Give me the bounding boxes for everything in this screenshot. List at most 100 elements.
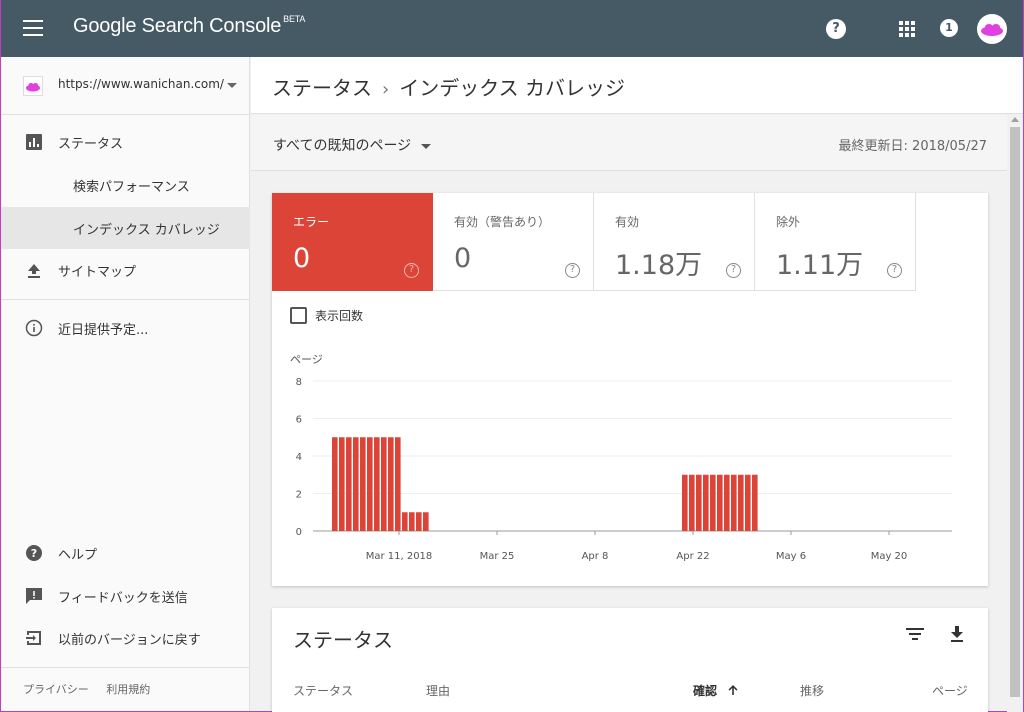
chart-bar (346, 437, 352, 531)
terms-link[interactable]: 利用規約 (106, 683, 150, 696)
x-tick-label: Apr 8 (582, 551, 609, 562)
chart-bar (374, 437, 380, 531)
column-header-reason[interactable]: 理由 (426, 682, 450, 699)
chart-bar (360, 437, 366, 531)
coverage-chart-card: エラー 0 ? 有効（警告あり） 0 ? 有効 1.18万 ? 除外 1.11万… (272, 193, 988, 586)
help-icon[interactable]: ? (565, 263, 580, 278)
sidebar-item-label: インデックス カバレッジ (73, 223, 220, 238)
beta-badge: BETA (283, 14, 306, 24)
metric-label: 除外 (776, 215, 801, 229)
scroll-thumb[interactable] (1010, 127, 1020, 697)
y-axis-label: ページ (290, 353, 323, 366)
impressions-checkbox[interactable]: 表示回数 (290, 305, 363, 324)
sidebar-item-index-coverage[interactable]: インデックス カバレッジ (1, 207, 250, 249)
sidebar-item-label: 近日提供予定... (58, 323, 149, 338)
chart-bar (682, 474, 688, 531)
app-bar: Google Search Console BETA ? 1 (1, 0, 1023, 57)
sidebar-item-label: 以前のバージョンに戻す (58, 633, 201, 648)
page-header: ステータス › インデックス カバレッジ (251, 57, 1023, 114)
help-icon[interactable]: ? (404, 263, 419, 278)
apps-grid-icon[interactable] (899, 21, 915, 37)
breadcrumb-separator: › (382, 79, 390, 100)
menu-icon[interactable] (23, 20, 43, 36)
svg-text:?: ? (31, 547, 37, 560)
product-title[interactable]: Google Search Console BETA (73, 14, 306, 38)
sidebar-item-label: 検索パフォーマンス (73, 180, 190, 195)
sidebar-divider (1, 667, 250, 668)
table-title: ステータス (293, 628, 393, 652)
column-header-trend[interactable]: 推移 (800, 682, 824, 699)
scrollbar[interactable] (1007, 115, 1023, 712)
breadcrumb-current: インデックス カバレッジ (399, 76, 625, 100)
x-tick-label: May 20 (871, 551, 908, 562)
y-tick-label: 0 (296, 527, 302, 538)
sidebar-item-sitemaps[interactable]: サイトマップ (1, 249, 250, 291)
chart-bar (696, 474, 702, 531)
y-tick-label: 2 (296, 490, 302, 501)
caret-down-icon (421, 143, 432, 149)
exit-icon (26, 631, 41, 645)
metric-label: エラー (293, 215, 330, 229)
sidebar-item-help[interactable]: ? ヘルプ (1, 532, 250, 574)
metric-tab-valid[interactable]: 有効 1.18万 ? (594, 193, 755, 291)
x-tick-label: Mar 25 (480, 551, 515, 562)
checkbox-box[interactable] (290, 307, 307, 324)
download-icon[interactable] (949, 625, 965, 643)
breadcrumb-root[interactable]: ステータス (272, 76, 372, 100)
chart-bar (332, 437, 338, 531)
chart-bar (402, 512, 408, 531)
bar-chart-icon (26, 134, 42, 150)
chart-bar (395, 437, 401, 531)
chart-bar (388, 437, 394, 531)
sidebar-item-feedback[interactable]: フィードバックを送信 (1, 575, 250, 617)
help-icon[interactable]: ? (887, 263, 902, 278)
help-icon[interactable]: ? (826, 19, 846, 39)
metric-tab-excluded[interactable]: 除外 1.11万 ? (755, 193, 916, 291)
property-url: https://www.wanichan.com/ (58, 77, 224, 91)
metric-tab-valid-warning[interactable]: 有効（警告あり） 0 ? (433, 193, 594, 291)
last-updated: 最終更新日: 2018/05/27 (838, 139, 987, 154)
chart-bar (717, 474, 723, 531)
sidebar-item-status[interactable]: ステータス (1, 121, 250, 163)
sidebar-footer: プライバシー 利用規約 (23, 681, 164, 697)
chart-bar (752, 474, 758, 531)
account-avatar[interactable] (977, 14, 1007, 44)
chart-bar (731, 474, 737, 531)
privacy-link[interactable]: プライバシー (23, 683, 89, 696)
scroll-up-arrow-icon[interactable] (1011, 117, 1019, 122)
column-header-status[interactable]: ステータス (293, 682, 353, 699)
x-tick-label: May 6 (776, 551, 806, 562)
y-tick-label: 8 (296, 377, 302, 388)
y-tick-label: 4 (296, 452, 302, 463)
feedback-icon (26, 588, 42, 604)
sidebar-item-coming-soon[interactable]: 近日提供予定... (1, 307, 250, 349)
chart-bar (703, 474, 709, 531)
chart-bar (353, 437, 359, 531)
metric-value: 1.11万 (776, 250, 864, 281)
chart-bar (724, 474, 730, 531)
arrow-up-icon (728, 685, 738, 695)
chart-bar (710, 474, 716, 531)
chart-bar (689, 474, 695, 531)
help-icon[interactable]: ? (726, 263, 741, 278)
notifications-badge[interactable]: 1 (940, 19, 958, 37)
column-header-pages[interactable]: ページ (932, 682, 968, 699)
sidebar: https://www.wanichan.com/ ステータス 検索パフォーマン… (1, 57, 250, 711)
upload-icon (28, 264, 40, 278)
sidebar-item-legacy[interactable]: 以前のバージョンに戻す (1, 617, 250, 659)
sidebar-item-performance[interactable]: 検索パフォーマンス (1, 164, 250, 206)
property-selector[interactable]: https://www.wanichan.com/ (1, 57, 250, 115)
metric-value: 1.18万 (615, 250, 703, 281)
sidebar-item-label: フィードバックを送信 (58, 591, 188, 606)
status-table-card: ステータス ステータス 理由 確認 推移 ページ (272, 608, 988, 712)
breadcrumb: ステータス › インデックス カバレッジ (272, 72, 625, 101)
metric-tab-error[interactable]: エラー 0 ? (272, 193, 433, 291)
page-filter-value: すべての既知のページ (273, 138, 412, 154)
chart-bar (381, 437, 387, 531)
filter-icon[interactable] (906, 628, 924, 642)
help-circle-icon: ? (26, 545, 42, 561)
page-filter-dropdown[interactable]: すべての既知のページ (273, 135, 432, 155)
chart-bar (339, 437, 345, 531)
column-header-confirmation[interactable]: 確認 (693, 682, 739, 699)
x-tick-label: Mar 11, 2018 (366, 551, 433, 562)
